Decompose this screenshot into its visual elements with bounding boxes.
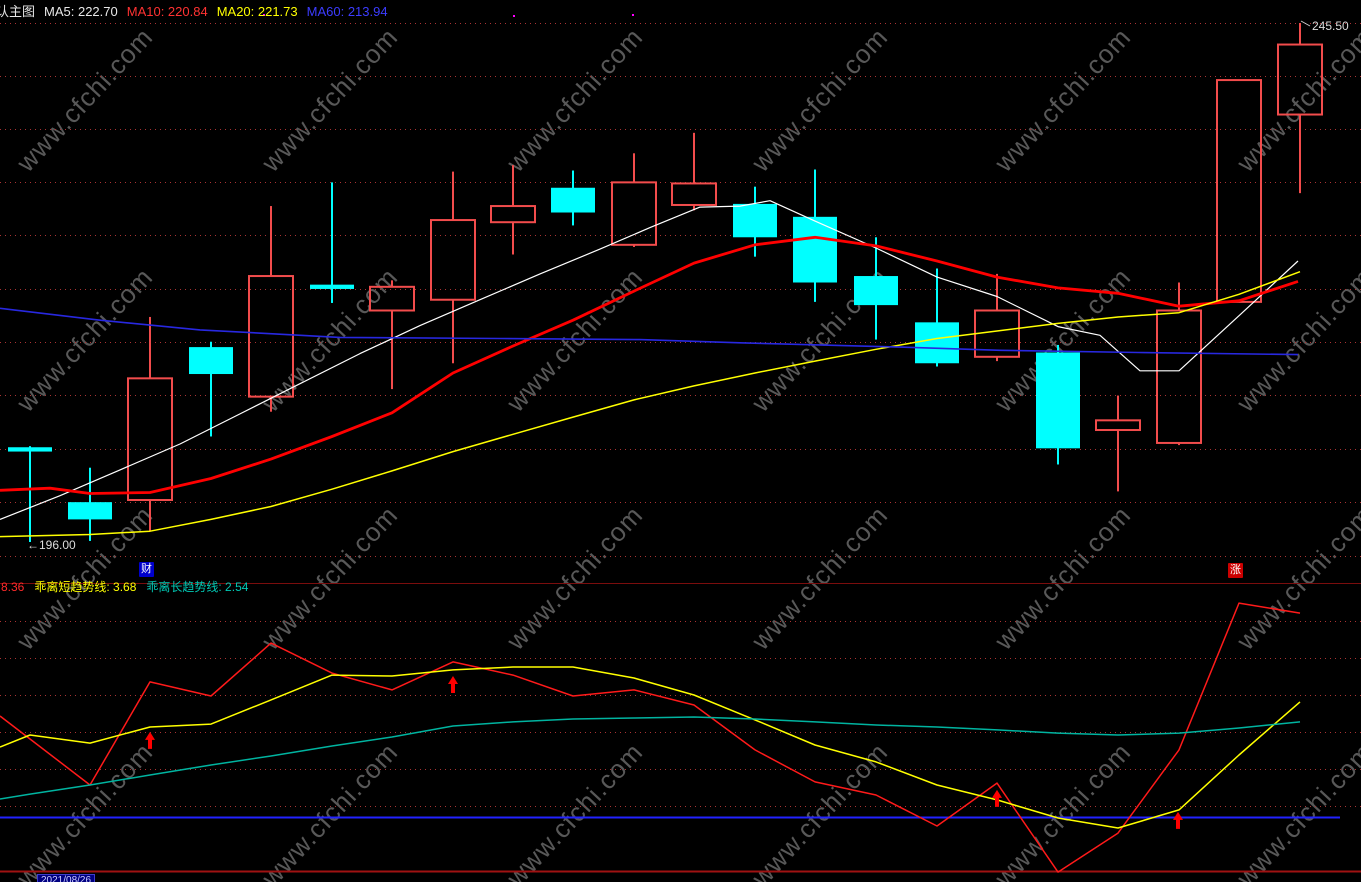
indicator-header-value-1: 乖离短趋势线: 3.68	[34, 580, 137, 594]
candle-body-down	[68, 502, 112, 520]
candle-body-down	[8, 447, 52, 452]
indicator-line-2	[0, 716, 1301, 800]
indicator-header: 8.36 乖离短趋势线: 3.68 乖离长趋势线: 2.54	[1, 578, 258, 595]
candle-body-down	[854, 276, 898, 306]
candle-body-down	[733, 203, 777, 238]
buy-arrow-icon	[1173, 811, 1183, 829]
date-label: 2021/08/26	[37, 874, 96, 882]
candle-body-down	[1036, 352, 1080, 449]
indicator-header-value-0: 8.36	[1, 580, 25, 594]
buy-arrow-icon	[145, 731, 155, 749]
stock-chart-app: www.cfchi.com www.cfchi.com www.cfchi.com w…	[0, 0, 1361, 882]
candle-body-up	[490, 205, 536, 224]
price-label-high: 245.50	[1312, 19, 1349, 33]
candle-body-up	[248, 275, 294, 398]
candle-body-down	[189, 347, 233, 375]
ma-header-value-2: MA10: 220.84	[126, 4, 208, 19]
indicator-header-value-2: 乖离长趋势线: 2.54	[146, 580, 249, 594]
candle-body-up	[671, 182, 717, 206]
price-high-leader	[1300, 20, 1311, 27]
indicator-line-1	[0, 666, 1301, 829]
ma-header-value-1: MA5: 222.70	[44, 4, 118, 19]
magenta-dot	[632, 14, 634, 16]
candle-body-up	[430, 219, 476, 301]
candle-body-up	[1095, 419, 1141, 432]
ma-header-value-4: MA60: 213.94	[306, 4, 388, 19]
candle-body-down	[915, 322, 959, 364]
ma-header-value-0: 认主图	[0, 4, 36, 19]
buy-arrow-icon	[448, 676, 458, 694]
chart-canvas[interactable]	[0, 0, 1361, 882]
limit-up-marker[interactable]: 涨	[1228, 563, 1243, 578]
candle-body-down	[793, 216, 837, 283]
candle-body-up	[1277, 43, 1323, 116]
candle-body-up	[1156, 309, 1202, 444]
candle-body-down	[310, 284, 354, 289]
ma-line-ma20	[0, 270, 1301, 538]
candle-body-up	[127, 377, 173, 502]
candle-body-up	[369, 285, 415, 312]
ma-header-value-3: MA20: 221.73	[216, 4, 298, 19]
candle-body-down	[551, 187, 595, 213]
magenta-dot	[513, 15, 515, 17]
financial-report-marker[interactable]: 财	[139, 562, 154, 577]
price-label-low: ←196.00	[27, 538, 76, 552]
indicator-line-0	[0, 602, 1301, 873]
candle-body-up	[1216, 79, 1262, 303]
candle-body-up	[611, 181, 657, 246]
main-chart-ma-header: 认主图 MA5: 222.70 MA10: 220.84 MA20: 221.73 MA…	[0, 1, 397, 20]
